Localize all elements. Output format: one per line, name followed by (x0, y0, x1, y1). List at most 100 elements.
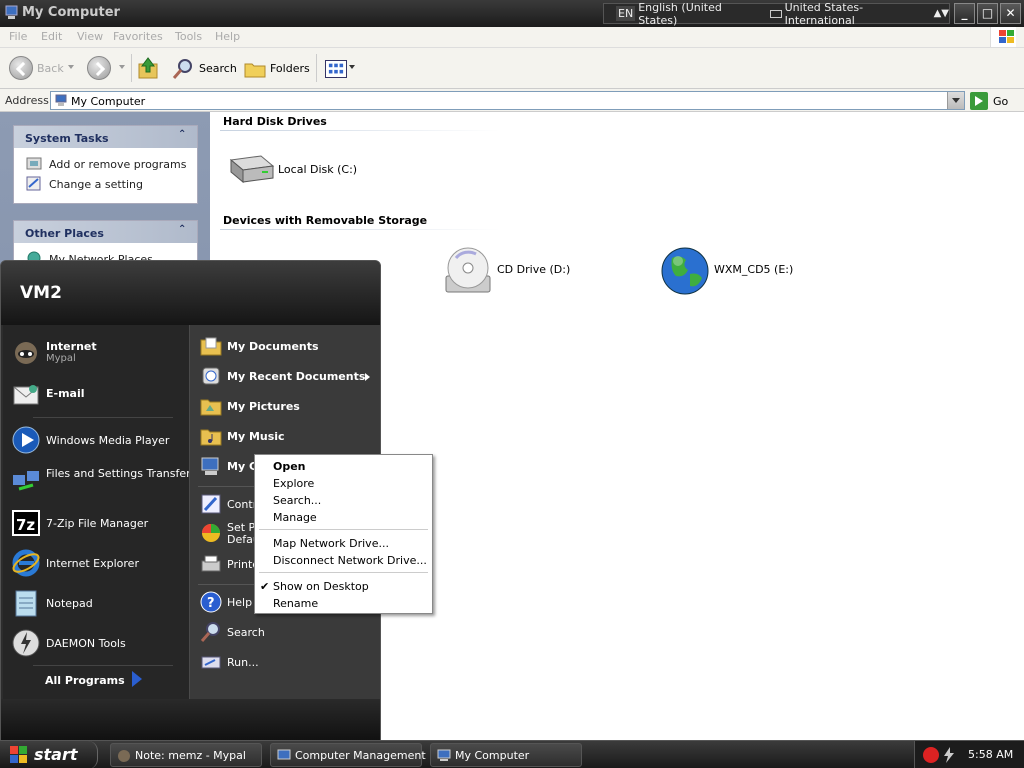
collapse-icon[interactable]: ⌃ (178, 225, 188, 235)
drive-label[interactable]: WXM_CD5 (E:) (714, 263, 793, 276)
task-add-remove-programs[interactable]: Add or remove programs (14, 154, 197, 174)
menu-edit[interactable]: Edit (41, 30, 62, 43)
7zip-icon: 7z (12, 510, 40, 536)
ctx-rename[interactable]: Rename (273, 597, 318, 610)
menu-view[interactable]: View (77, 30, 103, 43)
start-item-sublabel[interactable]: Mypal (46, 353, 76, 364)
views-dropdown-icon[interactable] (349, 65, 355, 69)
internet-explorer-icon (12, 549, 40, 577)
start-item-label[interactable]: Run... (227, 656, 259, 669)
ctx-disconnect-network-drive[interactable]: Disconnect Network Drive... (273, 554, 427, 567)
group-divider (220, 130, 500, 131)
start-item-label[interactable]: Internet (46, 340, 97, 353)
search-button[interactable]: Search (199, 62, 237, 75)
address-value[interactable]: My Computer (71, 95, 145, 108)
context-menu: Open Explore Search... Manage Map Networ… (254, 454, 433, 614)
close-button[interactable]: ✕ (1000, 3, 1021, 24)
address-input[interactable]: My Computer (50, 91, 965, 110)
maximize-button[interactable]: □ (977, 3, 998, 24)
lang-code[interactable]: EN (616, 6, 636, 21)
forward-dropdown-icon[interactable] (119, 65, 125, 69)
ctx-show-on-desktop[interactable]: Show on Desktop (273, 580, 369, 593)
start-item-label[interactable]: Internet Explorer (46, 557, 139, 570)
start-item-label[interactable]: Windows Media Player (46, 434, 169, 447)
other-places-title[interactable]: Other Places (25, 227, 104, 240)
ctx-explore[interactable]: Explore (273, 477, 314, 490)
langbar-options-icon[interactable]: ▲▼ (934, 8, 949, 19)
toolbar-separator (131, 54, 132, 82)
start-item-label[interactable]: My Documents (227, 340, 319, 353)
group-header-hard-disks: Hard Disk Drives (223, 115, 327, 128)
help-icon: ? (200, 591, 222, 613)
transfer-wizard-icon (13, 471, 39, 491)
program-defaults-icon (202, 524, 220, 542)
go-button[interactable]: Go (970, 92, 1020, 110)
all-programs-arrow-icon[interactable] (132, 671, 142, 687)
taskbar-button-computer-management[interactable]: Computer Management (270, 743, 426, 767)
task-label[interactable]: Add or remove programs (49, 158, 187, 171)
folders-button[interactable]: Folders (270, 62, 310, 75)
start-item-label[interactable]: My Recent Documents (227, 370, 365, 383)
address-label: Address (5, 94, 49, 107)
start-item-label[interactable]: My Pictures (227, 400, 300, 413)
ctx-manage[interactable]: Manage (273, 511, 317, 524)
up-folder-icon[interactable] (137, 56, 159, 80)
system-tasks-title[interactable]: System Tasks (25, 132, 109, 145)
clock[interactable]: 5:58 AM (968, 748, 1013, 761)
task-change-setting[interactable]: Change a setting (14, 174, 197, 194)
mypal-icon (118, 750, 130, 762)
forward-arrow-icon[interactable] (87, 56, 111, 80)
minimize-button[interactable]: _ (954, 3, 975, 24)
windows-logo-icon (990, 27, 1016, 47)
menu-file[interactable]: File (9, 30, 27, 43)
back-arrow-icon[interactable] (9, 56, 33, 80)
start-item-label[interactable]: Search (227, 626, 265, 639)
all-programs-button[interactable]: All Programs (45, 674, 125, 687)
daemon-tray-icon[interactable] (942, 747, 956, 763)
system-tray: 5:58 AM (914, 741, 1024, 768)
control-panel-icon (26, 176, 41, 191)
go-arrow-icon[interactable] (970, 92, 988, 110)
start-label[interactable]: start (34, 745, 78, 764)
folders-icon[interactable] (244, 60, 266, 78)
taskbar-button-my-computer[interactable]: My Computer (430, 743, 582, 767)
address-dropdown-icon[interactable] (947, 92, 964, 109)
language-name[interactable]: English (United States) (638, 1, 756, 27)
keyboard-layout[interactable]: United States-International (785, 1, 924, 27)
go-label[interactable]: Go (993, 95, 1008, 108)
ctx-search[interactable]: Search... (273, 494, 321, 507)
start-button[interactable]: start (0, 741, 98, 768)
views-icon[interactable] (325, 60, 347, 78)
menu-tools[interactable]: Tools (175, 30, 202, 43)
back-button[interactable]: Back (37, 62, 64, 75)
start-item-label[interactable]: E-mail (46, 387, 85, 400)
ctx-open[interactable]: Open (273, 460, 306, 473)
ctx-map-network-drive[interactable]: Map Network Drive... (273, 537, 389, 550)
keyboard-icon (770, 9, 782, 18)
control-panel-icon (201, 494, 221, 514)
other-places-header[interactable]: Other Places ⌃ (14, 221, 197, 243)
taskbar-button-label[interactable]: Computer Management (295, 749, 426, 762)
menu-favorites[interactable]: Favorites (113, 30, 163, 43)
recent-documents-icon (202, 367, 220, 385)
start-item-label[interactable]: 7-Zip File Manager (46, 517, 148, 530)
back-dropdown-icon[interactable] (68, 65, 74, 69)
start-item-label[interactable]: DAEMON Tools (46, 637, 126, 650)
start-item-label[interactable]: My Music (227, 430, 285, 443)
taskbar-button-label[interactable]: My Computer (455, 749, 529, 762)
start-item-label[interactable]: Notepad (46, 597, 93, 610)
notepad-icon (15, 590, 37, 617)
task-label[interactable]: Change a setting (49, 178, 143, 191)
system-tasks-header[interactable]: System Tasks ⌃ (14, 126, 197, 148)
security-alert-icon[interactable] (923, 747, 939, 763)
drive-label[interactable]: Local Disk (C:) (278, 163, 357, 176)
taskbar-button-mypal[interactable]: Note: memz - Mypal (110, 743, 262, 767)
language-bar[interactable]: EN English (United States) United States… (603, 1, 950, 27)
search-icon[interactable] (172, 58, 194, 80)
collapse-icon[interactable]: ⌃ (178, 130, 188, 140)
submenu-arrow-icon[interactable] (365, 373, 370, 381)
menu-help[interactable]: Help (215, 30, 240, 43)
taskbar-button-label[interactable]: Note: memz - Mypal (135, 749, 246, 762)
email-icon (13, 385, 39, 405)
drive-label[interactable]: CD Drive (D:) (497, 263, 570, 276)
